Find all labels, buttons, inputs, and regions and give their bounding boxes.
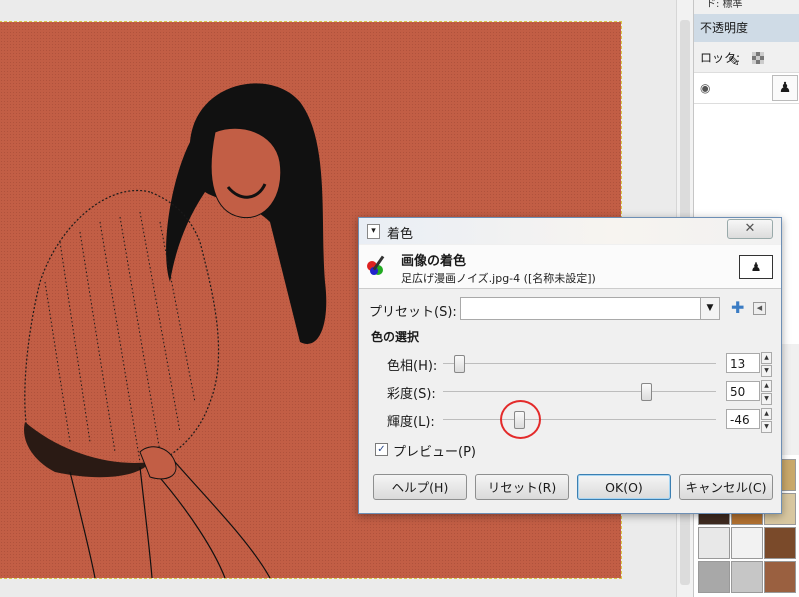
lightness-slider-track[interactable] — [443, 419, 716, 420]
hue-slider-handle[interactable] — [453, 355, 465, 373]
add-preset-icon[interactable]: ✚ — [731, 298, 744, 317]
pattern-swatch[interactable] — [698, 561, 730, 593]
hue-label: 色相(H): — [387, 359, 438, 374]
colorize-icon — [367, 255, 389, 277]
layer-row[interactable]: ◉ ♟ — [694, 72, 799, 104]
pattern-swatch[interactable] — [731, 561, 763, 593]
reset-button[interactable]: リセット(R) — [475, 474, 569, 500]
preview-label[interactable]: プレビュー(P) — [393, 441, 476, 460]
sweater-shape — [24, 189, 220, 469]
saturation-slider-track[interactable] — [443, 391, 716, 392]
opacity-label: 不透明度 — [700, 21, 749, 35]
header-subtitle: 足広げ漫画ノイズ.jpg-4 ([名称未設定]) — [401, 272, 596, 285]
gimp-document-icon: ▾ — [367, 224, 380, 239]
preset-label: プリセット(S): — [369, 305, 457, 320]
lightness-spinbox[interactable]: -46 — [726, 409, 760, 429]
pattern-swatch[interactable] — [698, 527, 730, 559]
dialog-titlebar[interactable]: ▾ 着色 ✕ — [359, 218, 781, 244]
close-icon[interactable]: ✕ — [727, 219, 773, 239]
saturation-slider-handle[interactable] — [641, 383, 652, 401]
pattern-swatch[interactable] — [764, 527, 796, 559]
annotation-circle — [500, 400, 541, 439]
preview-checkbox[interactable]: ✓ — [375, 443, 388, 456]
hue-slider-track[interactable] — [443, 363, 716, 364]
lock-alpha-checker-icon[interactable] — [752, 52, 764, 64]
cancel-button[interactable]: キャンセル(C) — [679, 474, 773, 500]
hue-spinbox[interactable]: 13 — [726, 353, 760, 373]
legs-lines — [69, 461, 271, 578]
image-thumbnail-icon: ♟ — [739, 255, 773, 279]
lightness-spin-buttons[interactable]: ▲ ▼ — [761, 408, 772, 433]
preset-menu-icon[interactable]: ◀ — [753, 302, 766, 315]
ok-button[interactable]: OK(O) — [577, 474, 671, 500]
help-button[interactable]: ヘルプ(H) — [373, 474, 467, 500]
visibility-eye-icon[interactable]: ◉ — [700, 81, 710, 95]
lock-row: ロック: ✎ — [694, 46, 799, 70]
dialog-title: 着色 — [387, 227, 414, 242]
skirt-shape — [24, 422, 151, 478]
saturation-spin-buttons[interactable]: ▲ ▼ — [761, 380, 772, 405]
saturation-label: 彩度(S): — [387, 387, 436, 402]
lightness-label: 輝度(L): — [387, 415, 435, 430]
preset-combobox[interactable]: ▼ — [460, 297, 720, 320]
opacity-field[interactable]: 不透明度 — [694, 14, 799, 42]
hue-spin-buttons[interactable]: ▲ ▼ — [761, 352, 772, 377]
lock-pixels-brush-icon[interactable]: ✎ — [728, 50, 740, 74]
dialog-header: 画像の着色 足広げ漫画ノイズ.jpg-4 ([名称未設定]) ♟ — [359, 245, 781, 289]
pattern-swatch[interactable] — [731, 527, 763, 559]
pattern-swatch[interactable] — [764, 561, 796, 593]
saturation-spinbox[interactable]: 50 — [726, 381, 760, 401]
layer-thumbnail: ♟ — [772, 75, 798, 101]
chevron-down-icon[interactable]: ▼ — [700, 298, 719, 319]
hands-shape — [139, 446, 177, 480]
section-title: 色の選択 — [371, 330, 420, 344]
face-shape — [210, 127, 282, 219]
layer-mode-label[interactable]: ド: 標準 — [694, 0, 799, 10]
colorize-dialog: ▾ 着色 ✕ 画像の着色 足広げ漫画ノイズ.jpg-4 ([名称未設定]) ♟ … — [358, 217, 782, 514]
header-title: 画像の着色 — [401, 254, 467, 269]
